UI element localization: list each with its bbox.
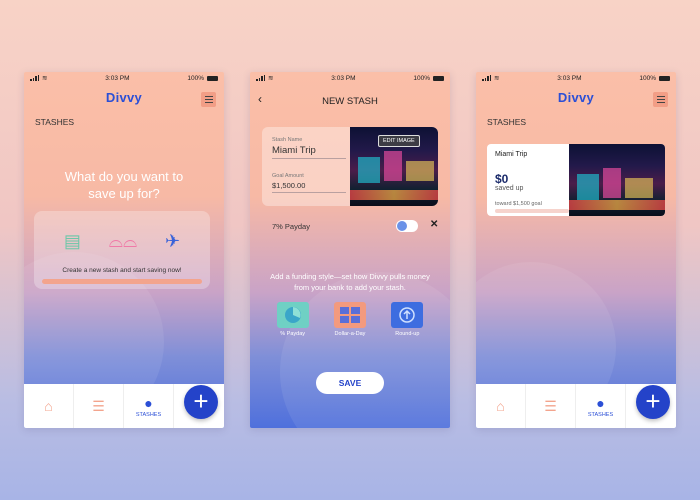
airplane-icon: ✈ xyxy=(164,231,181,251)
fund-option-label: % Payday xyxy=(280,331,306,337)
signal-icon xyxy=(482,75,491,81)
piggy-bank-icon: ● xyxy=(144,394,153,411)
fund-option-payday[interactable]: % Payday xyxy=(270,302,316,337)
list-icon: ☰ xyxy=(544,397,557,414)
background-blob xyxy=(280,272,450,428)
home-icon: ⌂ xyxy=(496,398,505,414)
wifi-icon: ≋ xyxy=(494,75,500,82)
close-icon[interactable]: ✕ xyxy=(430,219,438,230)
stash-photo: EDIT IMAGE xyxy=(350,127,438,206)
edit-image-button[interactable]: EDIT IMAGE xyxy=(378,135,420,147)
goal-amount-underline xyxy=(272,192,346,193)
status-time: 3:03 PM xyxy=(331,74,356,82)
stash-photo xyxy=(569,144,665,216)
menu-button[interactable] xyxy=(201,92,216,107)
menu-button[interactable] xyxy=(653,92,668,107)
piggy-bank-icon: ● xyxy=(596,394,605,411)
battery-icon xyxy=(206,75,218,81)
funding-options: % Payday Dollar-a-Day Round-up xyxy=(250,302,450,337)
saved-up-label: saved up xyxy=(495,185,524,192)
add-stash-button[interactable]: + xyxy=(636,385,670,419)
wifi-icon: ≋ xyxy=(42,75,48,82)
goal-amount-label: Goal Amount xyxy=(272,173,304,179)
stash-name-label: Stash Name xyxy=(272,137,303,143)
home-icon: ⌂ xyxy=(44,398,53,414)
sunglasses-icon: ⌓⌓ xyxy=(108,231,138,251)
create-stash-bar xyxy=(42,279,202,284)
status-bar: ≋ 3:03 PM 100% xyxy=(250,72,450,84)
stash-card-miami[interactable]: Miami Trip $0 saved up toward $1,500 goa… xyxy=(487,144,665,216)
battery-icon xyxy=(658,75,670,81)
headline-line-1: What do you want to xyxy=(64,169,184,184)
nav-home[interactable]: ⌂ xyxy=(476,384,526,428)
stash-progress-bar xyxy=(495,209,569,213)
phone-screen-stashes-empty: ≋ 3:03 PM 100% Divvy STASHES What do you… xyxy=(24,72,224,428)
nav-activity[interactable]: ☰ xyxy=(526,384,576,428)
pie-chart-icon xyxy=(276,302,309,328)
goal-amount-input[interactable]: $1,500.00 xyxy=(272,181,305,190)
list-icon: ☰ xyxy=(92,397,105,414)
status-bar: ≋ 3:03 PM 100% xyxy=(24,72,224,84)
section-title: STASHES xyxy=(35,117,75,127)
stash-form-card: Stash Name Miami Trip Goal Amount $1,500… xyxy=(262,127,438,206)
create-stash-card[interactable]: ▤ ⌓⌓ ✈ Create a new stash and start savi… xyxy=(34,211,210,289)
stash-name: Miami Trip xyxy=(495,151,528,158)
stash-name-underline xyxy=(272,158,346,159)
section-title: STASHES xyxy=(487,117,527,127)
phone-screen-stashes-list: ≋ 3:03 PM 100% Divvy STASHES Miami Trip … xyxy=(476,72,676,428)
page-title: NEW STASH xyxy=(322,96,378,107)
save-button[interactable]: SAVE xyxy=(316,372,384,394)
status-time: 3:03 PM xyxy=(105,74,130,82)
fund-option-dollar-a-day[interactable]: Dollar-a-Day xyxy=(327,302,373,337)
bottom-nav: ⌂ ☰ ● STASHES + xyxy=(476,384,676,428)
fund-option-label: Round-up xyxy=(395,331,420,337)
create-stash-text: Create a new stash and start saving now! xyxy=(62,267,182,274)
add-stash-button[interactable]: + xyxy=(184,385,218,419)
headline-line-2: save up for? xyxy=(88,186,160,201)
battery-percent: 100% xyxy=(187,74,204,82)
phone-screen-new-stash: ≋ 3:03 PM 100% ‹ NEW STASH Stash Name Mi… xyxy=(250,72,450,428)
app-logo: Divvy xyxy=(557,90,595,105)
calendar-icon xyxy=(333,302,366,328)
signal-icon xyxy=(30,75,39,81)
bottom-nav: ⌂ ☰ ● STASHES + xyxy=(24,384,224,428)
status-time: 3:03 PM xyxy=(557,74,582,82)
wifi-icon: ≋ xyxy=(268,75,274,82)
nav-home[interactable]: ⌂ xyxy=(24,384,74,428)
status-bar: ≋ 3:03 PM 100% xyxy=(476,72,676,84)
nav-stashes[interactable]: ● STASHES xyxy=(124,384,174,428)
stash-name-input[interactable]: Miami Trip xyxy=(272,145,316,156)
nav-stashes-label: STASHES xyxy=(587,411,614,418)
nav-stashes-label: STASHES xyxy=(135,411,162,418)
battery-percent: 100% xyxy=(639,74,656,82)
signal-icon xyxy=(256,75,265,81)
round-up-arrow-icon xyxy=(391,302,424,328)
payday-toggle[interactable] xyxy=(396,220,418,232)
headline: What do you want to save up for? xyxy=(24,168,224,202)
battery-icon xyxy=(432,75,444,81)
nav-activity[interactable]: ☰ xyxy=(74,384,124,428)
battery-percent: 100% xyxy=(413,74,430,82)
goal-text: toward $1,500 goal xyxy=(495,201,542,207)
fund-option-round-up[interactable]: Round-up xyxy=(384,302,430,337)
fund-option-label: Dollar-a-Day xyxy=(334,331,366,337)
app-logo: Divvy xyxy=(105,90,143,105)
stash-amount: $0 xyxy=(495,172,509,186)
funding-style-text: Add a funding style—set how Divvy pulls … xyxy=(270,272,430,292)
coins-icon: ▤ xyxy=(63,231,81,251)
nav-stashes[interactable]: ● STASHES xyxy=(576,384,626,428)
